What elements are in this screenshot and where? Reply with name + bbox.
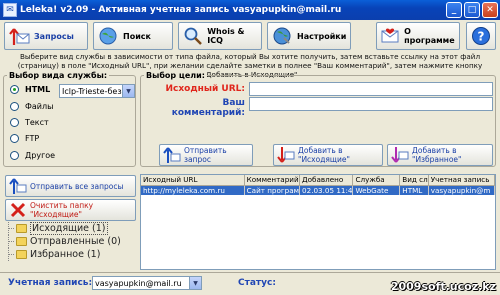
add-favorites-button[interactable]: Добавить в "Избранное" [387, 144, 493, 166]
status-label: Статус: [238, 278, 276, 288]
search-button[interactable]: Поиск [93, 22, 173, 50]
folder-outbox[interactable]: Исходящие (1) [5, 222, 136, 235]
column-header[interactable]: Добавлено [299, 175, 354, 186]
column-header[interactable]: Комментарий [244, 175, 301, 186]
settings-button[interactable]: Настройки [267, 22, 351, 50]
dropdown-value: Iclp-Trieste-без.. [62, 86, 127, 96]
radio-label: Другое [25, 151, 56, 160]
folder-sent[interactable]: Отправленные (0) [5, 235, 136, 248]
folder-tree: Исходящие (1) Отправленные (0) Избранное… [5, 222, 136, 267]
account-dropdown[interactable]: vasyapupkin@mail.ru ▼ [92, 276, 202, 290]
folder-label: Отправленные (0) [30, 236, 121, 247]
comment-input[interactable] [249, 97, 493, 111]
account-value: vasyapupkin@mail.ru [95, 278, 182, 288]
url-input[interactable] [249, 82, 493, 96]
radio-files[interactable]: Файлы [10, 102, 53, 111]
radio-ftp[interactable]: FTP [10, 134, 39, 143]
send-request-label: Отправить запрос [184, 146, 227, 164]
column-header[interactable]: Исходный URL [141, 175, 245, 186]
add-outbox-button[interactable]: Добавить в "Исходящие" [273, 144, 383, 166]
envelope-arrow-icon [8, 25, 30, 47]
close-button[interactable]: ✕ [482, 2, 498, 18]
radio-dot [10, 151, 19, 160]
help-button[interactable]: ? [466, 22, 496, 50]
table-cell: http://myleleka.com.ru [141, 185, 245, 195]
maximize-button[interactable]: □ [464, 2, 480, 18]
status-bar: Учетная запись: vasyapupkin@mail.ru ▼ Ст… [0, 272, 500, 295]
send-all-icon [9, 177, 27, 195]
service-dropdown[interactable]: Iclp-Trieste-без.. ▼ [59, 84, 135, 98]
chevron-down-icon[interactable]: ▼ [189, 277, 201, 289]
add-favorites-label: Добавить в "Избранное" [412, 146, 462, 164]
outbox-arrow-icon [277, 146, 295, 164]
table-cell: WebGate [352, 185, 401, 195]
settings-globe-icon [271, 25, 293, 47]
about-label: О программе [404, 27, 455, 45]
table-cell: vasyapupkin@m [428, 185, 495, 195]
delete-x-icon [9, 201, 27, 219]
column-header[interactable]: Вид сл [399, 175, 429, 186]
send-all-button[interactable]: Отправить все запросы [5, 175, 136, 197]
url-label: Исходный URL: [165, 84, 246, 94]
clear-outbox-button[interactable]: Очистить папку "Исходящие" [5, 199, 136, 221]
watermark-text: 2009soft.ucoz.kz [390, 280, 496, 293]
requests-table[interactable]: Исходный URL Комментарий Добавлено Служб… [140, 174, 496, 270]
settings-label: Настройки [297, 31, 347, 41]
radio-label: FTP [25, 134, 40, 143]
favorites-arrow-icon [391, 146, 409, 164]
chevron-down-icon[interactable]: ▼ [122, 85, 134, 97]
envelope-heart-icon [380, 25, 400, 47]
target-group: Выбор цели: Исходный URL: Ваш комментари… [140, 71, 496, 167]
table-cell: HTML [399, 185, 429, 195]
toolbar: Запросы Поиск Whois & ICQ Настройки О пр… [2, 22, 498, 50]
minimize-button[interactable]: _ [446, 2, 462, 18]
title-bar[interactable]: ✉ Leleka! v2.09 - Активная учетная запис… [0, 0, 500, 20]
magnifier-icon [182, 25, 203, 47]
send-request-button[interactable]: Отправить запрос [159, 144, 253, 166]
table-header: Исходный URL Комментарий Добавлено Служб… [141, 175, 495, 186]
radio-label: Файлы [25, 102, 54, 111]
radio-dot [10, 118, 19, 127]
radio-other[interactable]: Другое [10, 151, 55, 160]
radio-dot [10, 85, 19, 94]
table-cell: 02.03.05 11:4 [299, 185, 354, 195]
radio-dot [10, 102, 19, 111]
radio-html[interactable]: HTML [10, 85, 50, 94]
requests-label: Запросы [34, 31, 74, 41]
folder-icon [16, 224, 27, 233]
whois-button[interactable]: Whois & ICQ [178, 22, 262, 50]
radio-label: Текст [25, 118, 49, 127]
comment-label: Ваш комментарий: [171, 98, 245, 118]
folder-icon [16, 250, 27, 259]
app-icon: ✉ [3, 3, 17, 17]
folder-label: Исходящие (1) [30, 222, 108, 235]
folder-favorites[interactable]: Избранное (1) [5, 248, 136, 261]
requests-button[interactable]: Запросы [4, 22, 88, 50]
radio-text[interactable]: Текст [10, 118, 49, 127]
table-cell: Сайт програм [244, 185, 301, 195]
folder-icon [16, 237, 27, 246]
radio-label: HTML [25, 85, 51, 94]
whois-label: Whois & ICQ [207, 27, 245, 45]
clear-outbox-label: Очистить папку "Исходящие" [30, 201, 94, 219]
svg-text:?: ? [478, 30, 485, 44]
add-outbox-label: Добавить в "Исходящие" [298, 146, 350, 164]
target-legend: Выбор цели: [144, 71, 207, 80]
window-title: Leleka! v2.09 - Активная учетная запись … [20, 5, 342, 15]
radio-dot [10, 134, 19, 143]
send-all-label: Отправить все запросы [30, 181, 124, 191]
search-label: Поиск [123, 31, 151, 41]
send-arrow-icon [163, 146, 181, 164]
about-button[interactable]: О программе [376, 22, 460, 50]
account-label: Учетная запись: [8, 278, 93, 288]
column-header[interactable]: Учетная запись [428, 175, 495, 186]
service-group: Выбор вида службы: HTML Файлы Текст FTP … [3, 71, 136, 167]
column-header[interactable]: Служба [352, 175, 401, 186]
help-icon: ? [470, 25, 492, 47]
service-legend: Выбор вида службы: [7, 71, 110, 80]
globe-icon [97, 25, 119, 47]
folder-label: Избранное (1) [30, 249, 101, 260]
table-row[interactable]: http://myleleka.com.ru Сайт програм 02.0… [141, 185, 495, 195]
